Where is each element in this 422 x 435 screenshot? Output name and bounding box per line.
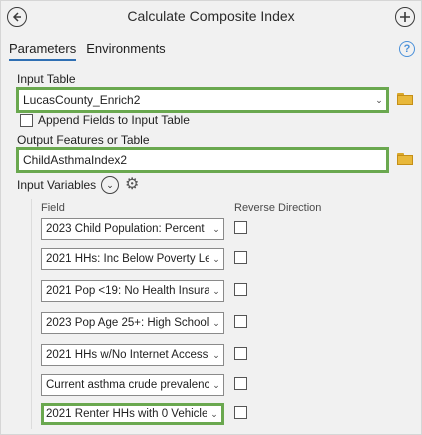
chevron-down-icon: ⌄ [212, 317, 220, 328]
chevron-down-icon: ⌄ [212, 285, 220, 296]
input-table-value: LucasCounty_Enrich2 [23, 93, 141, 107]
chevron-down-icon: ⌄ [212, 223, 220, 234]
reverse-direction-checkbox[interactable] [234, 251, 247, 264]
field-dropdown[interactable]: 2021 HHs w/No Internet Access ⌄ [41, 344, 224, 366]
field-value: 2021 HHs: Inc Below Poverty Level [46, 253, 209, 265]
field-value: Current asthma crude prevalence [46, 379, 209, 391]
chevron-down-icon: ⌄ [375, 94, 383, 105]
tab-environments[interactable]: Environments [86, 41, 165, 61]
chevron-down-icon: ⌄ [210, 408, 218, 419]
help-icon[interactable]: ? [399, 41, 415, 57]
field-dropdown[interactable]: 2021 HHs: Inc Below Poverty Level ⌄ [41, 248, 224, 270]
reverse-direction-checkbox[interactable] [234, 377, 247, 390]
chevron-down-icon: ⌄ [212, 349, 220, 360]
title-bar: Calculate Composite Index [1, 1, 421, 33]
field-value: 2021 Pop <19: No Health Insurance [46, 285, 209, 297]
reverse-direction-checkbox[interactable] [234, 221, 247, 234]
field-value: 2021 Renter HHs with 0 Vehicles [46, 408, 207, 420]
field-value: 2023 Child Population: Percent [46, 223, 205, 235]
folder-icon[interactable] [397, 93, 413, 105]
tool-pane: Calculate Composite Index Parameters Env… [0, 0, 422, 435]
field-column-header: Field [41, 202, 65, 214]
output-features-value: ChildAsthmaIndex2 [23, 153, 128, 167]
tab-strip: Parameters Environments [9, 41, 166, 61]
add-button[interactable] [395, 7, 415, 27]
input-table-dropdown[interactable]: LucasCounty_Enrich2 ⌄ [16, 87, 389, 113]
append-fields-label: Append Fields to Input Table [38, 113, 190, 127]
reverse-direction-checkbox[interactable] [234, 283, 247, 296]
chevron-down-icon: ⌄ [212, 379, 220, 390]
reverse-direction-checkbox[interactable] [234, 315, 247, 328]
field-dropdown[interactable]: 2023 Child Population: Percent ⌄ [41, 218, 224, 240]
field-value: 2021 HHs w/No Internet Access [46, 349, 209, 361]
tab-parameters[interactable]: Parameters [9, 41, 77, 61]
append-fields-checkbox[interactable] [20, 114, 33, 127]
input-table-label: Input Table [17, 72, 76, 86]
input-variables-label: Input Variables [17, 178, 97, 192]
reverse-direction-column-header: Reverse Direction [234, 202, 322, 214]
output-features-label: Output Features or Table [17, 133, 150, 147]
chevron-down-icon: ⌄ [212, 253, 220, 264]
collapse-chevron-icon[interactable]: ⌄ [101, 176, 119, 194]
gear-icon[interactable]: ⚙ [125, 174, 139, 194]
folder-icon[interactable] [397, 153, 413, 165]
group-divider [31, 199, 32, 429]
reverse-direction-checkbox[interactable] [234, 347, 247, 360]
reverse-direction-checkbox[interactable] [234, 406, 247, 419]
plus-icon [400, 12, 410, 22]
field-dropdown[interactable]: Current asthma crude prevalence ⌄ [41, 374, 224, 396]
output-features-field[interactable]: ChildAsthmaIndex2 [16, 147, 389, 173]
field-dropdown[interactable]: 2023 Pop Age 25+: High School ⌄ [41, 312, 224, 334]
field-dropdown[interactable]: 2021 Pop <19: No Health Insurance⌄ [41, 280, 224, 302]
field-value: 2023 Pop Age 25+: High School [46, 317, 209, 329]
tool-title: Calculate Composite Index [127, 8, 295, 24]
field-dropdown[interactable]: 2021 Renter HHs with 0 Vehicles ⌄ [41, 403, 224, 425]
